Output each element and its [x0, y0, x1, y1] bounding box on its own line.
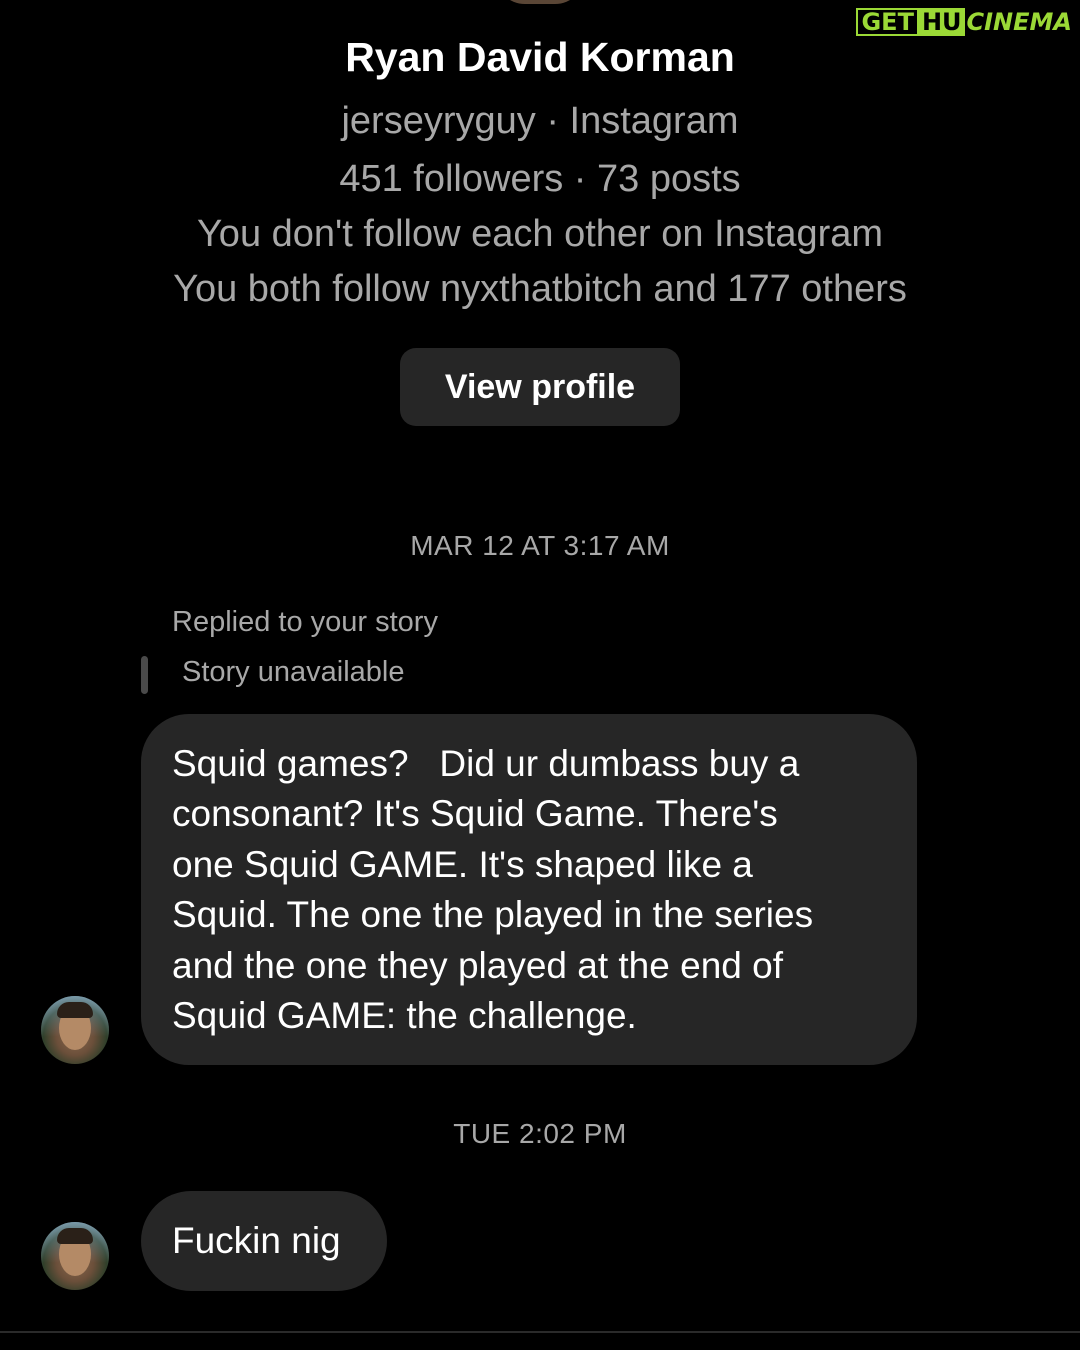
view-profile-button[interactable]: View profile — [400, 348, 680, 426]
profile-stats-line: 451 followers · 73 posts — [339, 158, 741, 200]
watermark-part-1: GET — [856, 8, 919, 36]
story-reply-indicator — [141, 656, 148, 694]
sender-avatar[interactable] — [41, 996, 109, 1064]
view-profile-label: View profile — [444, 367, 636, 406]
avatar-hair — [57, 1228, 93, 1244]
replied-to-story-label: Replied to your story — [172, 606, 438, 638]
sender-avatar[interactable] — [41, 1222, 109, 1290]
message-line: Squid. The one the played in the series — [172, 894, 814, 936]
profile-name: Ryan David Korman — [345, 34, 735, 80]
message-line: Squid games? Did ur dumbass buy a — [172, 743, 800, 784]
watermark-part-3: CINEMA — [966, 8, 1072, 36]
story-unavailable-label: Story unavailable — [182, 656, 405, 688]
message-line: Squid GAME: the challenge. — [172, 995, 637, 1037]
profile-handle-line: jerseyryguy · Instagram — [341, 100, 739, 142]
watermark-logo: GET HU CINEMA — [856, 8, 1074, 36]
message-line: one Squid GAME. It's shaped like a — [172, 843, 753, 885]
message-bubble[interactable]: Squid games? Did ur dumbass buy a conson… — [141, 714, 917, 1065]
profile-follow-status: You don't follow each other on Instagram — [196, 213, 884, 255]
profile-mutual-line: You both follow nyxthatbitch and 177 oth… — [173, 268, 907, 310]
message-text: Fuckin nig — [172, 1219, 341, 1261]
timestamp-divider: TUE 2:02 PM — [453, 1118, 627, 1149]
composer-divider — [0, 1331, 1080, 1333]
profile-avatar[interactable] — [495, 0, 585, 4]
message-line: and the one they played at the end of — [172, 944, 783, 986]
avatar-hair — [57, 1002, 93, 1018]
timestamp-divider: MAR 12 AT 3:17 AM — [410, 530, 670, 561]
message-line: consonant? It's Squid Game. There's — [172, 793, 778, 835]
watermark-part-2: HU — [918, 8, 965, 36]
message-bubble[interactable]: Fuckin nig — [141, 1191, 387, 1291]
